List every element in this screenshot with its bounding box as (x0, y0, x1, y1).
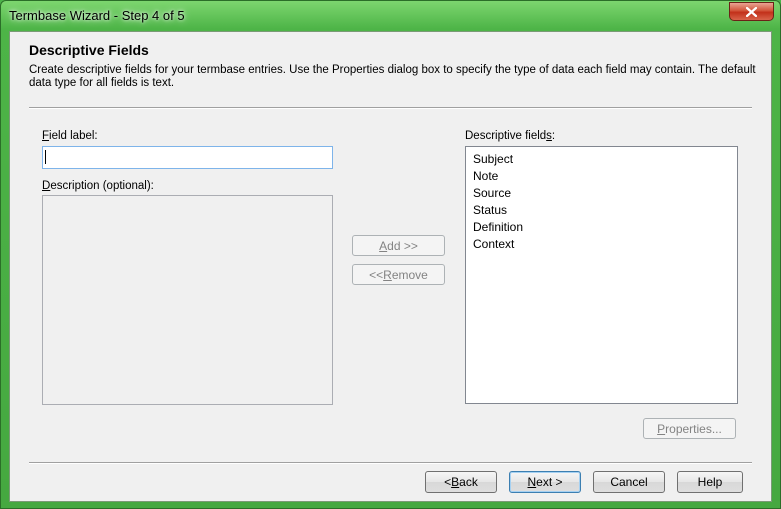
list-item[interactable]: Context (466, 236, 737, 253)
header-separator (29, 107, 752, 109)
field-label-caption: Field label: (42, 130, 98, 142)
title-bar[interactable]: Termbase Wizard - Step 4 of 5 (1, 1, 780, 31)
page-title: Descriptive Fields (29, 42, 149, 58)
list-item[interactable]: Note (466, 168, 737, 185)
description-textarea[interactable] (42, 195, 333, 405)
next-button[interactable]: Next > (509, 471, 581, 493)
text-caret (45, 150, 46, 164)
list-item[interactable]: Definition (466, 219, 737, 236)
window-title: Termbase Wizard - Step 4 of 5 (9, 8, 185, 23)
field-label-input[interactable] (42, 146, 333, 169)
footer-separator (29, 462, 752, 464)
wizard-window: Termbase Wizard - Step 4 of 5 Descriptiv… (0, 0, 781, 509)
mnemonic-f: F (42, 130, 50, 142)
description-caption-text: escription (optional): (50, 180, 154, 192)
cancel-button[interactable]: Cancel (593, 471, 665, 493)
descriptive-fields-list[interactable]: Subject Note Source Status Definition Co… (465, 146, 738, 404)
remove-button[interactable]: << Remove (352, 264, 445, 285)
close-icon (746, 6, 757, 17)
list-item[interactable]: Subject (466, 151, 737, 168)
back-button[interactable]: < Back (425, 471, 497, 493)
list-item[interactable]: Source (466, 185, 737, 202)
wizard-client-area: Descriptive Fields Create descriptive fi… (9, 31, 772, 502)
add-button[interactable]: Add >> (352, 235, 445, 256)
help-button[interactable]: Help (677, 471, 743, 493)
descriptive-fields-caption: Descriptive fields: (465, 130, 556, 142)
list-item[interactable]: Status (466, 202, 737, 219)
close-button[interactable] (729, 2, 774, 21)
description-caption: Description (optional): (42, 180, 154, 192)
field-label-text: ield label: (49, 130, 98, 142)
page-description: Create descriptive fields for your termb… (29, 64, 756, 89)
properties-button[interactable]: Properties... (643, 418, 736, 439)
